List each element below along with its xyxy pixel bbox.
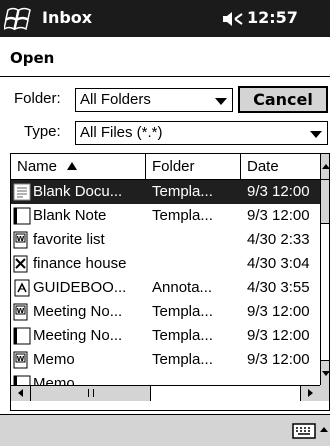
list-item[interactable]: Meeting No... Templa... 9/3 12:00	[11, 324, 320, 348]
note-icon	[13, 207, 31, 225]
type-dropdown[interactable]: All Files (*.*)	[75, 121, 328, 145]
title-bar: Inbox 12:57	[0, 0, 330, 37]
scrollbar-corner	[320, 385, 329, 401]
windows-flag-icon[interactable]	[4, 4, 34, 33]
chevron-down-icon	[215, 98, 227, 105]
file-list: Name Folder Date Blank Docu... Templa...…	[10, 153, 330, 411]
scroll-left-button[interactable]	[11, 386, 31, 401]
word-template-icon	[13, 183, 31, 201]
file-name: Blank Note	[33, 207, 107, 224]
vertical-scrollbar[interactable]	[320, 154, 329, 385]
file-date: 9/3 12:00	[247, 207, 310, 224]
word-doc-icon: W	[13, 231, 28, 249]
clock[interactable]: 12:57	[247, 8, 298, 27]
folder-dropdown[interactable]: All Folders	[75, 88, 233, 112]
arrow-down-icon	[322, 371, 329, 376]
note-icon	[13, 375, 31, 385]
file-date: 4/30 3:55	[247, 279, 310, 296]
word-doc-icon: W	[13, 351, 28, 369]
file-folder: Templa...	[152, 351, 213, 368]
list-item[interactable]: GUIDEBOO... Annota... 4/30 3:55	[11, 276, 320, 300]
arrow-left-icon	[18, 389, 23, 397]
ebook-icon	[14, 279, 30, 297]
svg-text:W: W	[17, 355, 25, 363]
app-title: Inbox	[42, 8, 93, 27]
file-folder: Templa...	[152, 327, 213, 344]
folder-value: All Folders	[80, 91, 151, 108]
scroll-right-button[interactable]	[300, 386, 320, 401]
file-date: 4/30 2:33	[247, 231, 310, 248]
type-value: All Files (*.*)	[80, 124, 163, 141]
file-folder: Annota...	[152, 279, 213, 296]
list-rows: Blank Docu... Templa... 9/3 12:00 Blank …	[11, 180, 320, 385]
file-date: 9/3 12:00	[247, 327, 310, 344]
file-folder: Templa...	[152, 183, 213, 200]
file-name: Memo	[33, 375, 75, 385]
file-name: Memo	[33, 351, 75, 368]
file-date: 9/3 12:00	[247, 303, 310, 320]
scroll-down-button[interactable]	[321, 360, 329, 385]
file-date: 4/30 3:04	[247, 255, 310, 272]
file-name: Blank Docu...	[33, 183, 123, 200]
scroll-up-button[interactable]	[321, 154, 329, 180]
arrow-right-icon	[308, 389, 313, 397]
excel-doc-icon	[13, 255, 28, 273]
file-name: favorite list	[33, 231, 105, 248]
column-header-folder[interactable]: Folder	[146, 154, 241, 179]
column-header-date[interactable]: Date	[241, 154, 320, 179]
horizontal-scroll-thumb[interactable]	[31, 386, 151, 401]
file-name: GUIDEBOO...	[33, 279, 127, 296]
arrow-up-icon	[322, 164, 329, 169]
list-item[interactable]: finance house 4/30 3:04	[11, 252, 320, 276]
vertical-scroll-thumb[interactable]	[321, 180, 329, 224]
dialog-header: Open	[0, 37, 330, 77]
input-panel-arrow-icon[interactable]	[320, 427, 328, 432]
chevron-down-icon	[310, 131, 322, 138]
list-item[interactable]: W Meeting No... Templa... 9/3 12:00	[11, 300, 320, 324]
svg-text:W: W	[17, 235, 25, 243]
file-name: Meeting No...	[33, 303, 123, 320]
cancel-button[interactable]: Cancel	[238, 86, 328, 113]
file-date: 9/3 12:00	[247, 183, 310, 200]
horizontal-scrollbar[interactable]	[11, 385, 320, 401]
file-folder: Templa...	[152, 207, 213, 224]
list-header: Name Folder Date	[11, 154, 320, 180]
menu-bar	[0, 414, 330, 446]
file-name: finance house	[33, 255, 127, 272]
type-label: Type:	[24, 123, 61, 140]
list-item[interactable]: Blank Docu... Templa... 9/3 12:00	[11, 180, 320, 204]
column-header-name[interactable]: Name	[11, 154, 146, 179]
file-name: Meeting No...	[33, 327, 123, 344]
dialog-title: Open	[10, 49, 55, 67]
speaker-icon[interactable]	[222, 11, 244, 27]
list-item[interactable]: W Memo Templa... 9/3 12:00	[11, 348, 320, 372]
sort-ascending-icon	[67, 162, 78, 170]
file-date: 9/3 12:00	[247, 351, 310, 368]
file-folder: Templa...	[152, 303, 213, 320]
list-item[interactable]: W favorite list 4/30 2:33	[11, 228, 320, 252]
list-item[interactable]: Blank Note Templa... 9/3 12:00	[11, 204, 320, 228]
word-doc-icon: W	[13, 303, 28, 321]
list-item[interactable]: Memo	[11, 372, 320, 385]
svg-text:W: W	[17, 307, 25, 315]
keyboard-icon[interactable]	[292, 423, 316, 439]
grip-icon	[88, 389, 94, 397]
note-icon	[13, 327, 31, 345]
folder-label: Folder:	[14, 90, 61, 107]
